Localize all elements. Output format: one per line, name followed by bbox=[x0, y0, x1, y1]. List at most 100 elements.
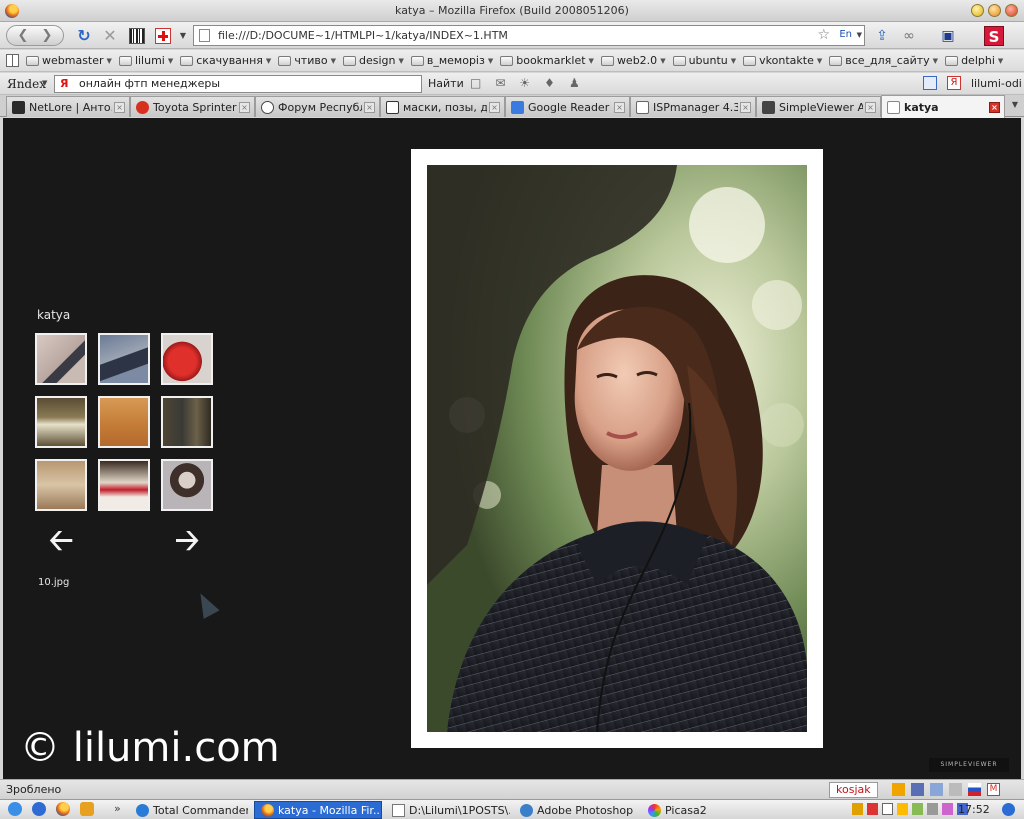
gear-icon[interactable] bbox=[930, 783, 943, 796]
yandex-logo[interactable]: Яndex bbox=[7, 77, 46, 91]
save-icon[interactable]: ▣ bbox=[937, 24, 959, 47]
tab-close-icon[interactable]: × bbox=[740, 101, 751, 113]
bookmark-star-icon[interactable]: ☆ bbox=[817, 27, 830, 43]
thumbnail[interactable] bbox=[35, 396, 87, 448]
yandex-menu-dropdown-icon[interactable]: ▼ bbox=[42, 79, 47, 87]
forward-icon[interactable]: ❯ bbox=[35, 28, 59, 43]
s-addon-icon[interactable]: S bbox=[983, 24, 1005, 47]
tab-netlore[interactable]: NetLore | Анто... × bbox=[6, 96, 130, 117]
thumbnail[interactable] bbox=[98, 396, 150, 448]
weather-icon[interactable]: ☀ bbox=[519, 76, 530, 90]
minimize-button[interactable] bbox=[971, 4, 984, 17]
russian-flag-icon[interactable] bbox=[968, 783, 981, 796]
tab-list-dropdown-icon[interactable]: ▼ bbox=[1012, 100, 1018, 109]
back-icon[interactable]: ❮ bbox=[11, 28, 35, 43]
bookmark-folder-bookmarklet[interactable]: bookmarklet ▼ bbox=[500, 54, 594, 67]
tab-close-icon[interactable]: × bbox=[114, 101, 125, 113]
mail-icon[interactable] bbox=[949, 783, 962, 796]
traffic-icon[interactable]: ♦ bbox=[544, 76, 555, 90]
bookmark-folder-skachuvannya[interactable]: скачування ▼ bbox=[180, 54, 271, 67]
thumbnail[interactable] bbox=[161, 333, 213, 385]
tab-google-reader[interactable]: Google Reader ... × bbox=[505, 96, 630, 117]
tray-speaker-icon[interactable] bbox=[927, 803, 938, 815]
thumbnail[interactable] bbox=[35, 459, 87, 511]
show-desktop-icon[interactable] bbox=[8, 802, 22, 816]
language-indicator[interactable]: En bbox=[839, 29, 852, 40]
thumbnail[interactable] bbox=[98, 459, 150, 511]
main-photo[interactable] bbox=[427, 165, 807, 732]
stop-icon[interactable]: ✕ bbox=[100, 25, 120, 46]
bookmark-folder-delphi[interactable]: delphi ▼ bbox=[945, 54, 1003, 67]
url-text[interactable]: file:///D:/DOCUME~1/HTMLPI~1/katya/INDEX… bbox=[218, 29, 508, 42]
kosjak-addon-button[interactable]: kosjak bbox=[829, 782, 878, 798]
tab-close-icon[interactable]: × bbox=[364, 101, 375, 113]
toolbar-dropdown-icon[interactable]: ▼ bbox=[178, 25, 188, 46]
yandex-find-button[interactable]: Найти bbox=[428, 77, 464, 90]
thumbnail[interactable] bbox=[161, 459, 213, 511]
red-cross-icon[interactable] bbox=[153, 25, 173, 46]
firefox-icon[interactable] bbox=[56, 802, 70, 816]
tab-close-icon[interactable]: × bbox=[989, 101, 1000, 113]
task-explorer-folder[interactable]: D:\Lilumi\1POSTS\... bbox=[386, 801, 510, 819]
tab-forum[interactable]: Форум Республ... × bbox=[255, 96, 380, 117]
maximize-button[interactable] bbox=[988, 4, 1001, 17]
sidebar-icon[interactable] bbox=[923, 76, 937, 90]
upload-arrows-icon[interactable]: ⇪ bbox=[872, 24, 892, 47]
bookmark-folder-web20[interactable]: web2.0 ▼ bbox=[600, 54, 666, 67]
yandex-search-input[interactable]: Я онлайн фтп менеджеры bbox=[54, 75, 422, 93]
grid-icon[interactable] bbox=[911, 783, 924, 796]
tray-leaf-icon[interactable] bbox=[912, 803, 923, 815]
bookmark-folder-design[interactable]: design ▼ bbox=[342, 54, 404, 67]
thumbnail[interactable] bbox=[161, 396, 213, 448]
clock[interactable]: 17:52 bbox=[958, 803, 990, 816]
previous-arrow-icon[interactable]: 🡠 bbox=[49, 526, 73, 556]
yandex-user-icon[interactable]: Я bbox=[947, 76, 961, 90]
tray-flash-icon[interactable] bbox=[897, 803, 908, 815]
tab-livejournal[interactable]: маски, позы, д... × bbox=[380, 96, 505, 117]
quick-launch-more-icon[interactable]: » bbox=[114, 802, 121, 815]
url-dropdown-icon[interactable]: ▼ bbox=[857, 31, 862, 39]
tab-toyota[interactable]: Toyota Sprinter ... × bbox=[130, 96, 255, 117]
tab-close-icon[interactable]: × bbox=[865, 101, 876, 113]
tab-close-icon[interactable]: × bbox=[239, 101, 250, 113]
note-icon[interactable] bbox=[892, 783, 905, 796]
tab-ispmanager[interactable]: ISPmanager 4.3... × bbox=[630, 96, 756, 117]
tab-simpleviewer[interactable]: SimpleViewer A... × bbox=[756, 96, 881, 117]
bookmark-folder-v-memoriz[interactable]: в_меморіз ▼ bbox=[410, 54, 493, 67]
ie-icon[interactable] bbox=[32, 802, 46, 816]
barcode-icon[interactable] bbox=[127, 25, 147, 46]
bookmark-folder-chtivo[interactable]: чтиво ▼ bbox=[278, 54, 336, 67]
simpleviewer-brand[interactable]: SIMPLEVIEWER bbox=[929, 758, 1009, 772]
bookmark-folder-vkontakte[interactable]: vkontakte ▼ bbox=[743, 54, 822, 67]
bookmark-folder-ubuntu[interactable]: ubuntu ▼ bbox=[672, 54, 736, 67]
tray-app-icon[interactable] bbox=[867, 803, 878, 815]
gmail-icon[interactable]: M bbox=[987, 783, 1000, 796]
close-window-button[interactable] bbox=[1005, 4, 1018, 17]
signal-bars-icon[interactable]: □ bbox=[470, 76, 481, 90]
search-icon[interactable] bbox=[1002, 803, 1015, 816]
bookmark-folder-lilumi[interactable]: lilumi ▼ bbox=[118, 54, 173, 67]
tray-paper-icon[interactable] bbox=[882, 803, 893, 815]
mail-icon[interactable]: ✉ bbox=[495, 76, 505, 90]
bat-icon[interactable] bbox=[80, 802, 94, 816]
yandex-user-label[interactable]: lilumi-odi bbox=[971, 77, 1022, 90]
reload-icon[interactable]: ↻ bbox=[74, 25, 94, 46]
next-arrow-icon[interactable]: 🡢 bbox=[175, 526, 199, 556]
tab-close-icon[interactable]: × bbox=[614, 101, 625, 113]
task-firefox[interactable]: katya - Mozilla Fir... bbox=[254, 801, 382, 819]
task-photoshop[interactable]: Adobe Photoshop bbox=[514, 801, 636, 819]
thumbnail[interactable] bbox=[35, 333, 87, 385]
tray-misc-icon[interactable] bbox=[942, 803, 953, 815]
tray-key-icon[interactable] bbox=[852, 803, 863, 815]
task-picasa[interactable]: Picasa2 bbox=[642, 801, 752, 819]
tab-katya[interactable]: katya × bbox=[881, 95, 1005, 118]
task-total-commander[interactable]: Total Commander ... bbox=[130, 801, 248, 819]
bookmark-folder-vse-dlya-saytu[interactable]: все_для_сайту ▼ bbox=[829, 54, 938, 67]
tab-close-icon[interactable]: × bbox=[489, 101, 500, 113]
person-icon[interactable]: ♟ bbox=[569, 76, 580, 90]
thumbnail[interactable] bbox=[98, 333, 150, 385]
url-bar[interactable]: file:///D:/DOCUME~1/HTMLPI~1/katya/INDEX… bbox=[193, 25, 865, 46]
bookmark-folder-webmaster[interactable]: webmaster ▼ bbox=[26, 54, 112, 67]
link-icon[interactable]: ∞ bbox=[898, 24, 920, 47]
bookmarks-grid-icon[interactable] bbox=[6, 54, 19, 67]
